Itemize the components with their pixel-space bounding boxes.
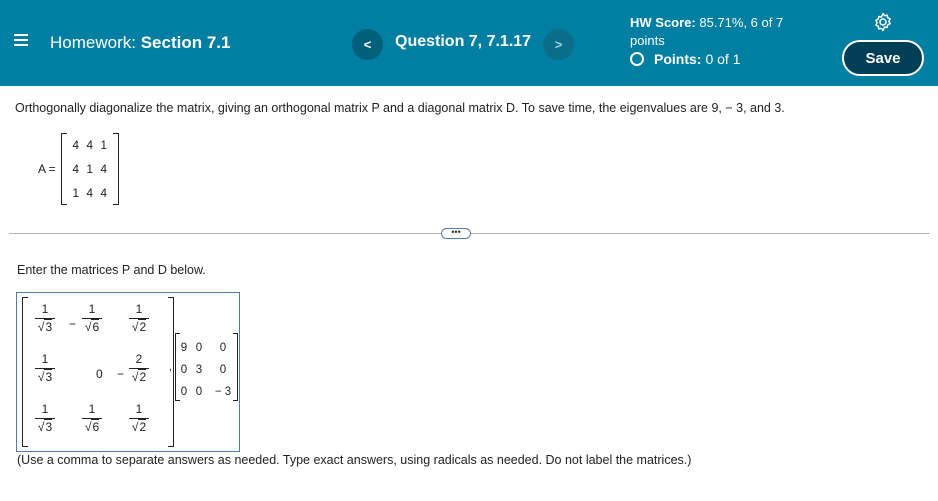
right-bracket bbox=[112, 133, 119, 205]
p-entry-r2c3-sign: − bbox=[117, 367, 125, 381]
circle-icon bbox=[630, 52, 644, 66]
answer-input-box[interactable]: 1 √3 − 1 √6 1 √2 1 √3 0 − 2 √2 1 √3 1 √6… bbox=[16, 292, 240, 452]
matrix-a: A = 4 4 1 4 1 4 1 4 4 bbox=[38, 133, 119, 205]
matrix-p-left-bracket bbox=[22, 297, 28, 447]
hw-score-unit: points bbox=[630, 33, 665, 48]
d-cell: 0 bbox=[195, 386, 203, 398]
previous-question-button[interactable]: < bbox=[352, 29, 383, 60]
p-entry-r1c3: 1 √2 bbox=[129, 303, 149, 334]
p-entry-r3c1: 1 √3 bbox=[35, 403, 55, 434]
hamburger-icon[interactable] bbox=[14, 34, 28, 48]
matrix-a-label: A = bbox=[38, 162, 56, 176]
save-button[interactable]: Save bbox=[842, 40, 924, 76]
matrix-cell: 4 bbox=[72, 138, 80, 152]
top-bar: Homework: Section 7.1 < Question 7, 7.1.… bbox=[0, 0, 938, 86]
expand-more-button[interactable]: ••• bbox=[441, 228, 471, 239]
homework-title: Homework: Section 7.1 bbox=[50, 33, 230, 53]
matrix-cell: 1 bbox=[72, 186, 80, 200]
p-entry-r2c2: 0 bbox=[96, 367, 103, 381]
matrix-cell: 4 bbox=[72, 162, 80, 176]
d-cell: 0 bbox=[219, 342, 227, 354]
answer-hint: (Use a comma to separate answers as need… bbox=[17, 453, 692, 467]
p-entry-r3c2: 1 √6 bbox=[82, 403, 102, 434]
matrix-cell: 4 bbox=[100, 186, 108, 200]
matrix-cell: 4 bbox=[100, 162, 108, 176]
gear-icon[interactable] bbox=[873, 12, 893, 32]
p-entry-r1c1: 1 √3 bbox=[35, 303, 55, 334]
left-bracket bbox=[60, 133, 67, 205]
p-entry-r3c3: 1 √2 bbox=[129, 403, 149, 434]
matrix-cell: 4 bbox=[86, 186, 94, 200]
d-cell: 0 bbox=[180, 364, 188, 376]
matrix-cell: 1 bbox=[86, 162, 94, 176]
p-entry-r1c2-sign: − bbox=[69, 317, 77, 331]
question-label: Question 7, 7.1.17 bbox=[395, 33, 532, 50]
d-cell: 9 bbox=[180, 342, 188, 354]
p-entry-r2c3: 2 √2 bbox=[129, 353, 149, 384]
p-entry-r1c2: 1 √6 bbox=[82, 303, 102, 334]
answer-instruction: Enter the matrices P and D below. bbox=[17, 263, 206, 277]
d-cell: 0 bbox=[180, 386, 188, 398]
hw-score-value: 85.71%, 6 of 7 bbox=[699, 15, 784, 30]
matrix-cell: 1 bbox=[100, 138, 108, 152]
matrix-cell: 4 bbox=[86, 138, 94, 152]
points-value: 0 of 1 bbox=[705, 51, 741, 67]
matrix-d-right-bracket bbox=[233, 333, 238, 401]
hw-score-label: HW Score: bbox=[630, 15, 696, 30]
points-label: Points: bbox=[654, 51, 702, 67]
p-entry-r2c1: 1 √3 bbox=[35, 353, 55, 384]
homework-section: Section 7.1 bbox=[140, 33, 231, 52]
homework-title-prefix: Homework: bbox=[50, 33, 136, 52]
hw-score: HW Score: 85.71%, 6 of 7 points bbox=[630, 14, 783, 50]
next-question-button[interactable]: > bbox=[543, 29, 574, 60]
points-status: Points: 0 of 1 bbox=[630, 51, 740, 67]
question-prompt: Orthogonally diagonalize the matrix, giv… bbox=[15, 101, 785, 115]
d-cell: 3 bbox=[195, 364, 203, 376]
matrix-a-grid: 4 4 1 4 1 4 1 4 4 bbox=[67, 133, 113, 205]
matrix-separator: , bbox=[169, 361, 173, 373]
d-cell: 0 bbox=[219, 364, 227, 376]
d-cell: 0 bbox=[195, 342, 203, 354]
